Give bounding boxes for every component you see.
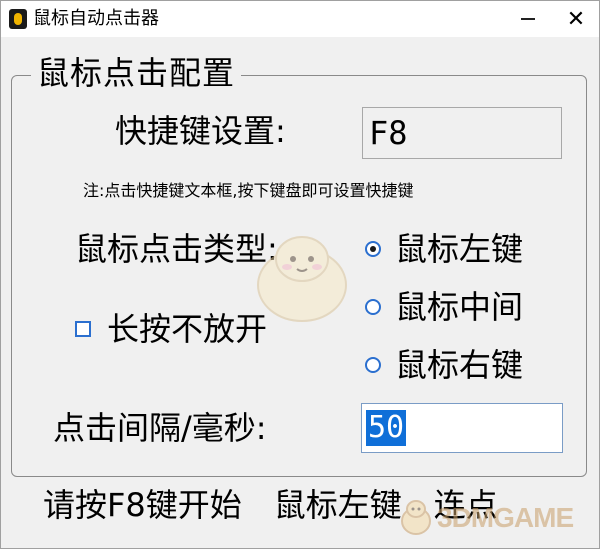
- minimize-icon: [521, 18, 535, 20]
- radio-checked-icon[interactable]: [365, 241, 381, 257]
- hotkey-note: 注:点击快捷键文本框,按下键盘即可设置快捷键: [83, 181, 414, 200]
- hold-checkbox-row[interactable]: 长按不放开: [75, 309, 267, 349]
- radio-middle-label: 鼠标中间: [395, 288, 524, 326]
- status-bar: 请按F8键开始 鼠标左键 连点: [43, 485, 498, 525]
- window-title: 鼠标自动点击器: [33, 8, 159, 29]
- status-instruction: 请按F8键开始: [43, 486, 242, 524]
- interval-input[interactable]: 50: [361, 403, 563, 453]
- click-type-label: 鼠标点击类型:: [75, 230, 278, 268]
- interval-value: 50: [366, 410, 407, 446]
- hold-checkbox-label: 长按不放开: [107, 310, 268, 348]
- radio-left-button[interactable]: 鼠标左键: [365, 227, 523, 271]
- status-mode: 连点: [433, 486, 498, 524]
- radio-middle-button[interactable]: 鼠标中间: [365, 285, 523, 329]
- close-icon: ✕: [566, 6, 586, 32]
- radio-unchecked-icon[interactable]: [365, 357, 381, 373]
- close-button[interactable]: ✕: [553, 1, 599, 37]
- radio-left-label: 鼠标左键: [395, 230, 524, 268]
- hold-checkbox[interactable]: [75, 321, 91, 337]
- radio-right-label: 鼠标右键: [395, 346, 524, 384]
- app-icon: [9, 9, 27, 29]
- radio-right-button[interactable]: 鼠标右键: [365, 343, 523, 387]
- status-button-type: 鼠标左键: [273, 486, 402, 524]
- hotkey-label: 快捷键设置:: [115, 112, 286, 150]
- interval-label: 点击间隔/毫秒:: [53, 409, 267, 447]
- groupbox-title: 鼠标点击配置: [31, 53, 242, 93]
- app-window: 鼠标自动点击器 ✕ 鼠标点击配置 快捷键设置: 注:点击快捷键文本框,按下键盘即…: [0, 0, 600, 549]
- radio-unchecked-icon[interactable]: [365, 299, 381, 315]
- hotkey-input[interactable]: [362, 107, 562, 159]
- minimize-button[interactable]: [505, 1, 551, 37]
- title-bar[interactable]: 鼠标自动点击器 ✕: [1, 1, 599, 37]
